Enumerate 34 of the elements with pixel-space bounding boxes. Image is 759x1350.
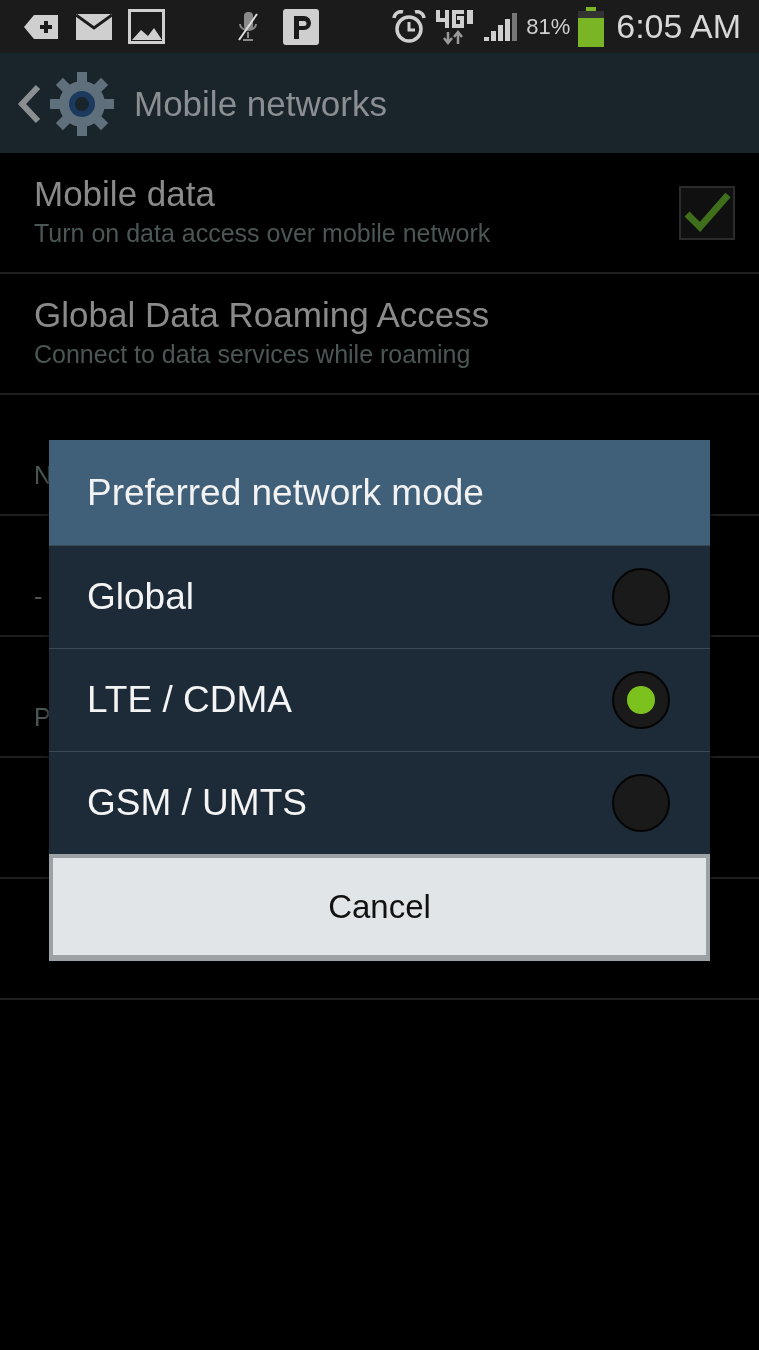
network-data-icon (434, 7, 475, 46)
network-mode-option[interactable]: GSM / UMTS (49, 751, 710, 854)
mail-icon (76, 13, 112, 40)
option-label: Global (87, 575, 195, 620)
back-button[interactable] (16, 72, 114, 136)
network-mode-option[interactable]: Global (49, 545, 710, 648)
setting-description: - (34, 580, 43, 612)
muted-mic-icon (237, 9, 259, 44)
battery-icon (578, 6, 605, 47)
add-notification-icon (24, 12, 60, 41)
option-label: GSM / UMTS (87, 781, 308, 826)
option-label: LTE / CDMA (87, 678, 293, 723)
dialog-title: Preferred network mode (87, 470, 484, 515)
parking-icon (283, 8, 319, 45)
gear-icon (50, 72, 114, 136)
setting-description: Turn on data access over mobile network (34, 217, 491, 249)
signal-icon (482, 10, 519, 43)
cancel-button[interactable]: Cancel (53, 858, 706, 955)
alarm-clock-icon (392, 9, 427, 44)
battery-percent: 81% (526, 13, 571, 41)
image-icon (128, 9, 165, 44)
setting-title: Mobile data (34, 172, 215, 215)
screen-title: Mobile networks (134, 82, 387, 125)
checkbox[interactable] (679, 185, 735, 240)
settings-row[interactable]: Mobile data Turn on data access over mobile network (0, 153, 759, 274)
radio-button[interactable] (612, 568, 670, 626)
setting-title: Global Data Roaming Access (34, 293, 490, 336)
settings-row[interactable]: Global Data Roaming Access Connect to data services while roaming (0, 274, 759, 395)
setting-description: P (34, 701, 51, 733)
setting-description: Connect to data services while roaming (34, 338, 471, 370)
clock-time: 6:05 AM (616, 6, 741, 47)
radio-button[interactable] (612, 774, 670, 832)
radio-button[interactable] (612, 671, 670, 729)
network-mode-option[interactable]: LTE / CDMA (49, 648, 710, 751)
